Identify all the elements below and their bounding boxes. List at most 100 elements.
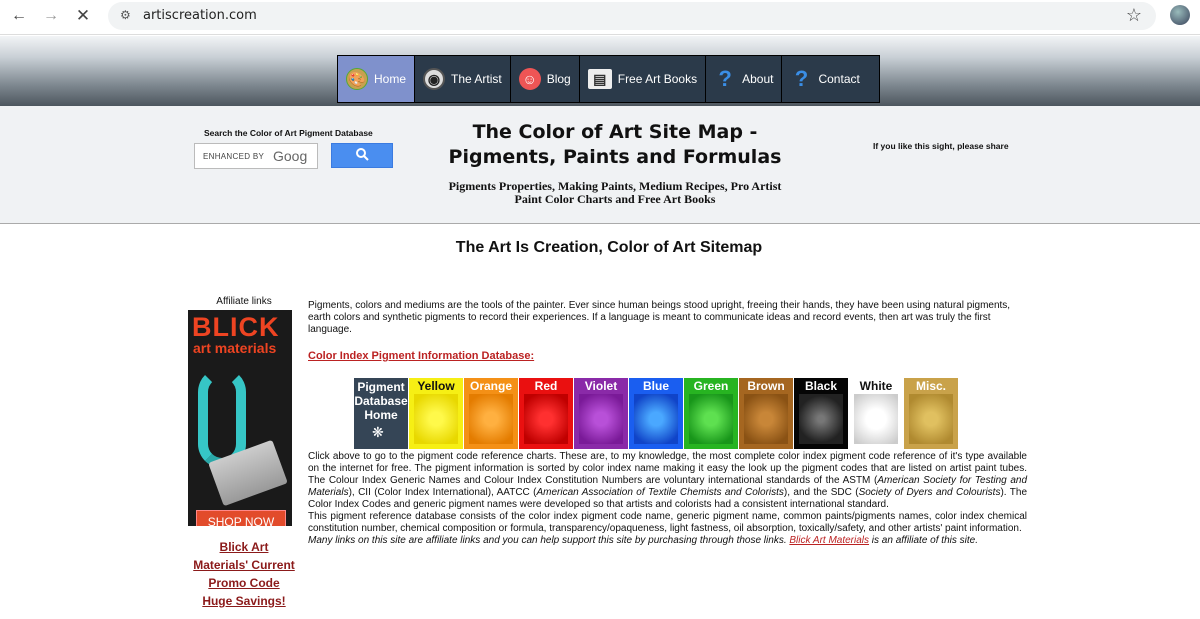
help-icon: ? xyxy=(794,66,809,91)
swatch-label: Misc. xyxy=(915,379,946,393)
swatch-texture xyxy=(579,394,623,444)
swatch-label: White xyxy=(859,379,893,393)
site-subtitle: Pigments Properties, Making Paints, Medi… xyxy=(430,180,800,206)
forward-icon[interactable]: → xyxy=(40,5,62,27)
text-span: ), CII (Color Index International), AATC… xyxy=(348,487,537,498)
nav-about[interactable]: ? About xyxy=(706,56,783,102)
promo-line: Promo Code xyxy=(208,576,280,590)
share-text: If you like this sight, please share xyxy=(873,141,1009,151)
text-span: ), and the SDC ( xyxy=(783,487,859,498)
site-header: Search the Color of Art Pigment Database… xyxy=(0,106,1200,224)
intro-paragraph: Pigments, colors and mediums are the too… xyxy=(308,300,1011,335)
book-icon: ▤ xyxy=(587,69,612,89)
browser-toolbar: ← → ✕ ⚙ artiscreation.com ☆ xyxy=(0,0,1200,35)
affiliate-note: Many links on this site are affiliate li… xyxy=(308,535,1027,547)
swatch-pigment-database-home[interactable]: Pigment Database Home ❋ xyxy=(354,378,408,449)
swatch-texture xyxy=(799,394,843,444)
swatch-label: Black xyxy=(804,379,838,393)
site-info-icon[interactable]: ⚙ xyxy=(120,8,131,22)
bookmark-star-icon[interactable]: ☆ xyxy=(1126,5,1142,26)
eye-icon: ◉ xyxy=(423,68,446,90)
nav-contact[interactable]: ? Contact xyxy=(782,56,867,102)
nav-label: Home xyxy=(374,72,407,86)
blick-ad-banner[interactable]: BLICK art materials SHOP NOW xyxy=(188,310,292,526)
swatch-label: Blue xyxy=(642,379,669,393)
nav-free-art-books[interactable]: ▤ Free Art Books xyxy=(580,56,707,102)
swatch-label-line: Pigment xyxy=(357,380,405,394)
swatch-label: Green xyxy=(693,379,729,393)
blick-logo: BLICK xyxy=(192,312,280,342)
promo-link[interactable]: Blick Art Materials' Current Promo Code … xyxy=(186,538,302,610)
search-icon xyxy=(356,148,369,161)
swatch-violet[interactable]: Violet xyxy=(574,378,628,449)
description-paragraph-2: This pigment reference database consists… xyxy=(308,511,1027,534)
site-title: The Color of Art Site Map - Pigments, Pa… xyxy=(410,120,820,170)
aatcc-text: American Association of Textile Chemists… xyxy=(536,487,784,498)
main-nav: 🎨 Home ◉ The Artist ☺ Blog ▤ Free Art Bo… xyxy=(337,55,880,103)
text-span: Many links on this site are affiliate li… xyxy=(308,535,790,546)
swatch-texture xyxy=(744,394,788,444)
intro-section: Pigments, colors and mediums are the too… xyxy=(308,300,1028,363)
swatch-texture xyxy=(524,394,568,444)
swatch-label: Brown xyxy=(747,379,785,393)
site-title-line2: Pigments, Paints and Formulas xyxy=(448,146,782,168)
swatch-texture xyxy=(414,394,458,444)
puzzle-icon: ❋ xyxy=(372,424,384,440)
nav-home[interactable]: 🎨 Home xyxy=(338,56,416,102)
promo-line: Materials' Current xyxy=(193,558,295,572)
color-index-link[interactable]: Color Index Pigment Information Database… xyxy=(308,350,534,362)
swatch-texture xyxy=(689,394,733,444)
sdc-text: Society of Dyers and Colourists xyxy=(858,487,1001,498)
swatch-texture xyxy=(909,394,953,444)
search-placeholder-enhanced: ENHANCED BY xyxy=(203,152,265,161)
swatch-orange[interactable]: Orange xyxy=(464,378,518,449)
blick-logo-sub: art materials xyxy=(193,340,277,356)
help-icon: ? xyxy=(718,66,732,91)
swatch-red[interactable]: Red xyxy=(519,378,573,449)
affiliate-sidebar: Affiliate links BLICK art materials SHOP… xyxy=(186,296,300,610)
shop-now-button[interactable]: SHOP NOW xyxy=(196,510,286,526)
swatch-label-line: Database xyxy=(354,394,408,408)
swatch-black[interactable]: Black xyxy=(794,378,848,449)
swatch-brown[interactable]: Brown xyxy=(739,378,793,449)
swatch-label: Pigment Database Home xyxy=(354,380,408,422)
promo-line: Huge Savings! xyxy=(202,594,286,608)
nav-the-artist[interactable]: ◉ The Artist xyxy=(415,56,511,102)
swatch-label: Orange xyxy=(469,379,512,393)
search-button[interactable] xyxy=(331,143,393,168)
site-title-line1: The Color of Art Site Map - xyxy=(472,121,758,143)
search-input[interactable]: ENHANCED BY Goog xyxy=(194,143,318,169)
nav-label: The Artist xyxy=(451,72,502,86)
swatch-white[interactable]: White xyxy=(849,378,903,449)
face-icon: ☺ xyxy=(518,68,541,90)
nav-label: Free Art Books xyxy=(617,72,698,86)
url-text[interactable]: artiscreation.com xyxy=(143,8,257,23)
description-paragraph-1: Click above to go to the pigment code re… xyxy=(308,451,1027,511)
swatch-yellow[interactable]: Yellow xyxy=(409,378,463,449)
blick-art-materials-link[interactable]: Blick Art Materials xyxy=(789,535,869,546)
swatch-label-line: Home xyxy=(364,408,398,422)
search-placeholder-brand: Goog xyxy=(273,148,308,164)
search-label: Search the Color of Art Pigment Database xyxy=(204,128,373,138)
swatch-texture xyxy=(854,394,898,444)
swatch-blue[interactable]: Blue xyxy=(629,378,683,449)
swatch-texture xyxy=(469,394,513,444)
promo-line: Blick Art xyxy=(219,540,269,554)
database-description: Click above to go to the pigment code re… xyxy=(308,451,1027,547)
swatch-label: Violet xyxy=(584,379,618,393)
profile-avatar[interactable] xyxy=(1170,5,1190,25)
stop-loading-icon[interactable]: ✕ xyxy=(72,5,94,27)
affiliate-label: Affiliate links xyxy=(216,296,272,307)
swatch-texture xyxy=(634,394,678,444)
nav-label: Contact xyxy=(818,72,860,86)
back-icon[interactable]: ← xyxy=(8,5,30,27)
site-nav-band: 🎨 Home ◉ The Artist ☺ Blog ▤ Free Art Bo… xyxy=(0,36,1200,106)
page-title: The Art Is Creation, Color of Art Sitema… xyxy=(455,239,763,256)
nav-blog[interactable]: ☺ Blog xyxy=(511,56,580,102)
palette-icon: 🎨 xyxy=(346,68,368,90)
swatch-label: Yellow xyxy=(417,379,455,393)
swatch-misc[interactable]: Misc. xyxy=(904,378,958,449)
address-bar[interactable]: ⚙ artiscreation.com ☆ xyxy=(108,2,1156,30)
swatch-green[interactable]: Green xyxy=(684,378,738,449)
pigment-swatch-row: Pigment Database Home ❋ Yellow Orange Re… xyxy=(354,378,958,449)
